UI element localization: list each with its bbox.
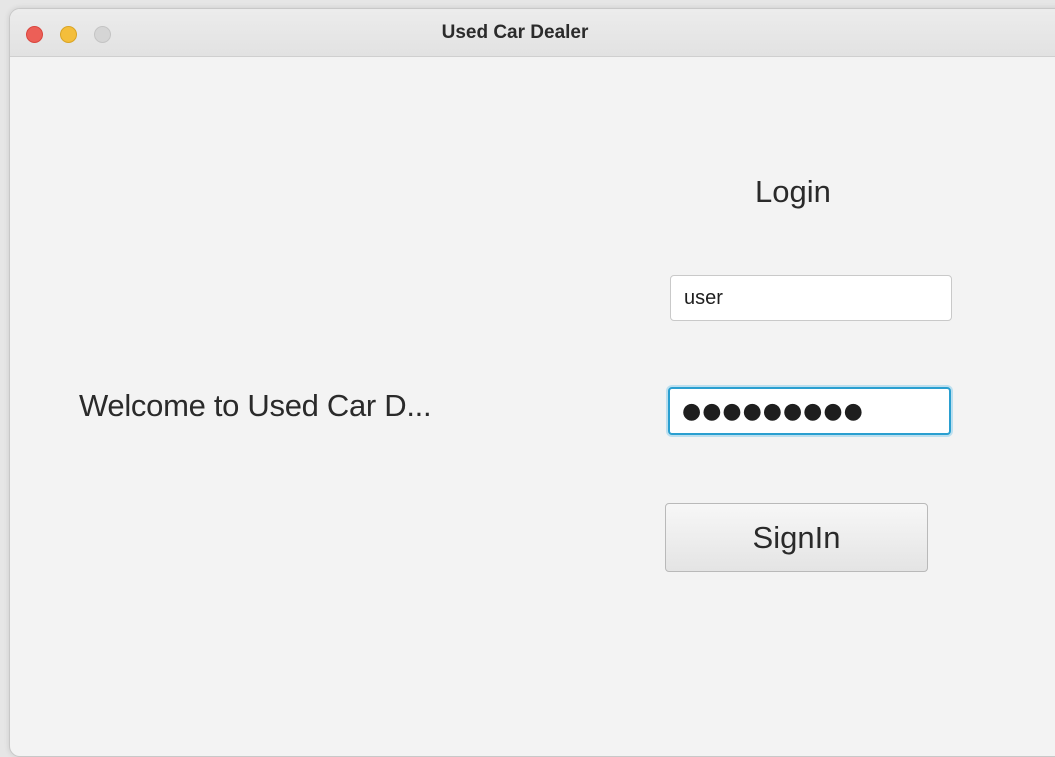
login-heading: Login	[755, 174, 831, 209]
welcome-label: Welcome to Used Car D...	[79, 388, 432, 423]
window-title: Used Car Dealer	[441, 22, 589, 43]
signin-button[interactable]: SignIn	[665, 503, 928, 572]
password-field[interactable]	[668, 387, 951, 435]
login-panel: Welcome to Used Car D... Login SignIn	[10, 57, 1055, 756]
title-bar[interactable]: Used Car Dealer	[10, 9, 1055, 57]
username-field[interactable]	[670, 275, 952, 321]
app-window: Used Car Dealer Welcome to Used Car D...…	[9, 8, 1055, 757]
